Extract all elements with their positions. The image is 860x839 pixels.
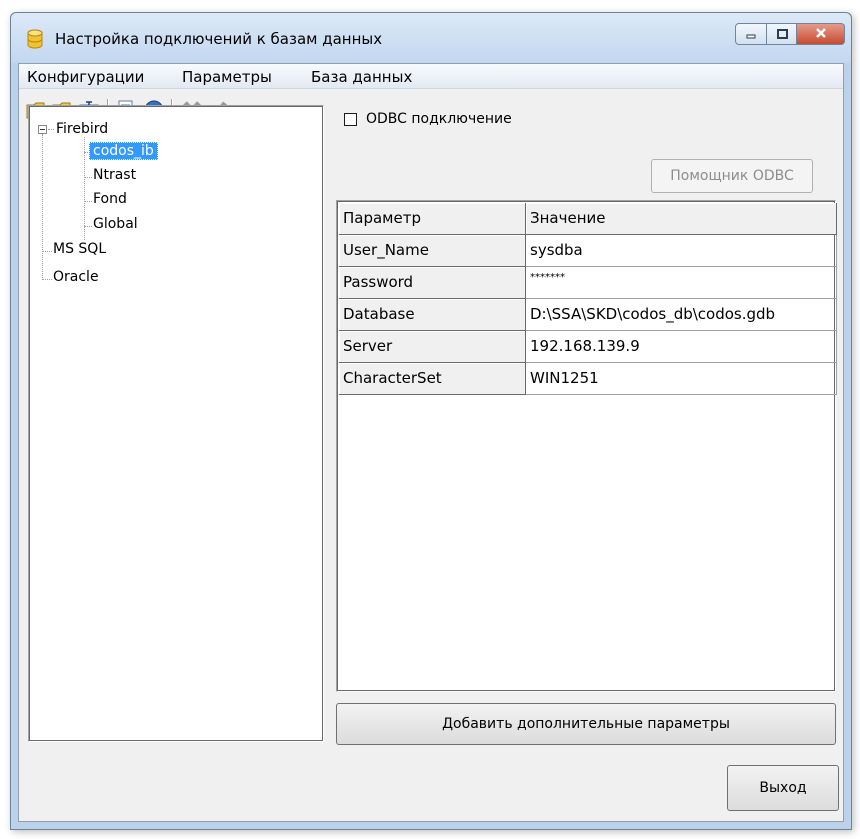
grid-param-value[interactable]: D:\SSA\SKD\codos_db\codos.gdb bbox=[526, 299, 837, 331]
exit-button[interactable]: Выход bbox=[727, 765, 839, 811]
add-params-button[interactable]: Добавить дополнительные параметры bbox=[336, 703, 836, 745]
minimize-icon bbox=[745, 25, 757, 43]
maximize-icon bbox=[776, 25, 788, 43]
app-window: Настройка подключений к базам данных Кон… bbox=[10, 12, 852, 830]
tree-node-oracle[interactable]: Oracle bbox=[53, 269, 99, 285]
connections-tree[interactable]: Firebird codos_ib Ntrast Fond Global MS … bbox=[28, 105, 324, 742]
grid-param-value[interactable]: ******* bbox=[526, 267, 837, 299]
tree-node-firebird[interactable]: Firebird bbox=[56, 121, 108, 137]
menu-configurations[interactable]: Конфигурации bbox=[27, 68, 144, 86]
table-row[interactable]: User_Name sysdba bbox=[339, 235, 837, 267]
tree-line bbox=[84, 177, 92, 178]
close-icon bbox=[814, 25, 828, 43]
grid-param-name[interactable]: User_Name bbox=[339, 235, 526, 267]
tree-node-global[interactable]: Global bbox=[93, 216, 138, 232]
menu-parameters[interactable]: Параметры bbox=[182, 68, 272, 86]
grid-param-name[interactable]: Server bbox=[339, 331, 526, 363]
grid-param-name[interactable]: Database bbox=[339, 299, 526, 331]
odbc-checkbox-label: ODBC подключение bbox=[366, 111, 512, 127]
odbc-checkbox[interactable] bbox=[344, 113, 357, 126]
grid-param-name[interactable]: Password bbox=[339, 267, 526, 299]
grid-param-value[interactable]: WIN1251 bbox=[526, 363, 837, 395]
tree-line bbox=[48, 129, 54, 130]
tree-line bbox=[42, 251, 52, 252]
tree-node-fond[interactable]: Fond bbox=[93, 191, 127, 207]
grid-param-name[interactable]: CharacterSet bbox=[339, 363, 526, 395]
tree-node-codos-ib[interactable]: codos_ib bbox=[89, 142, 158, 160]
tree-collapse-toggle[interactable] bbox=[38, 125, 47, 134]
table-row[interactable]: Server 192.168.139.9 bbox=[339, 331, 837, 363]
grid-header-value[interactable]: Значение bbox=[526, 203, 837, 235]
tree-line bbox=[42, 279, 52, 280]
tree-line bbox=[42, 134, 43, 280]
window-controls bbox=[735, 23, 845, 47]
parameters-grid[interactable]: Параметр Значение User_Name sysdba Passw… bbox=[336, 200, 837, 692]
tree-line bbox=[84, 226, 92, 227]
table-row[interactable]: CharacterSet WIN1251 bbox=[339, 363, 837, 395]
table-row[interactable]: Database D:\SSA\SKD\codos_db\codos.gdb bbox=[339, 299, 837, 331]
title-bar[interactable]: Настройка подключений к базам данных bbox=[11, 13, 851, 63]
database-icon bbox=[27, 29, 43, 49]
grid-header-row: Параметр Значение bbox=[339, 203, 837, 235]
grid-header-parameter[interactable]: Параметр bbox=[339, 203, 526, 235]
menu-database[interactable]: База данных bbox=[311, 68, 412, 86]
grid-param-value[interactable]: sysdba bbox=[526, 235, 837, 267]
odbc-helper-button[interactable]: Помощник ODBC bbox=[651, 159, 813, 193]
table-row[interactable]: Password ******* bbox=[339, 267, 837, 299]
tree-node-mssql[interactable]: MS SQL bbox=[53, 241, 106, 257]
maximize-button[interactable] bbox=[767, 23, 797, 45]
close-button[interactable] bbox=[797, 23, 845, 45]
menu-bar: Конфигурации Параметры База данных bbox=[19, 64, 843, 89]
minimize-button[interactable] bbox=[735, 23, 767, 45]
window-title: Настройка подключений к базам данных bbox=[55, 30, 383, 48]
grid-param-value[interactable]: 192.168.139.9 bbox=[526, 331, 837, 363]
tree-node-ntrast[interactable]: Ntrast bbox=[93, 167, 136, 183]
tree-line bbox=[84, 201, 92, 202]
